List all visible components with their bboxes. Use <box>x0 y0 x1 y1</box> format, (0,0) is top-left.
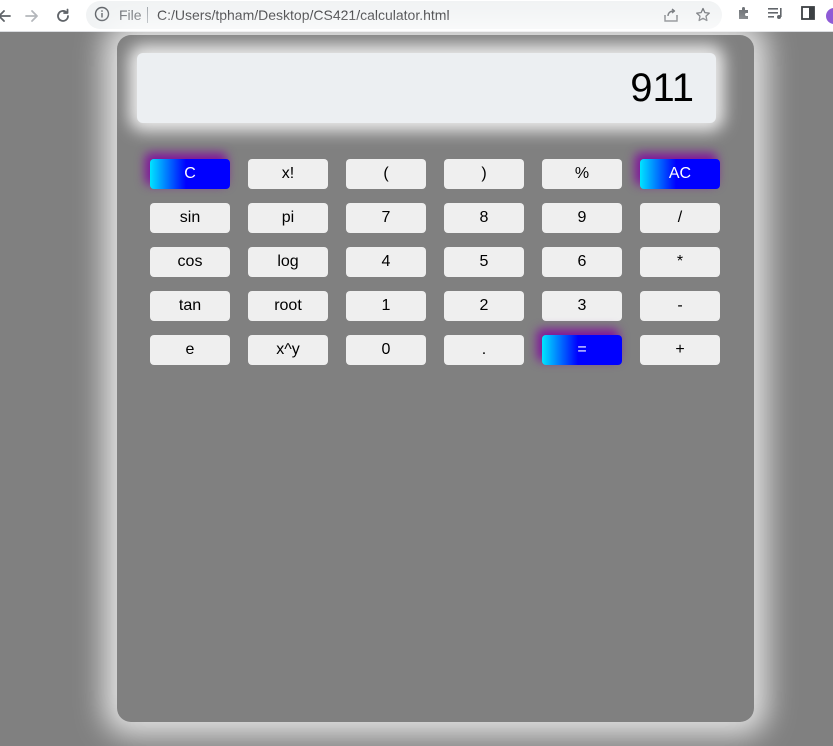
browser-toolbar: File C:/Users/tpham/Desktop/CS421/calcul… <box>0 0 833 32</box>
arrow-left-icon <box>0 8 12 24</box>
extensions-button[interactable] <box>733 4 755 26</box>
media-control-button[interactable] <box>765 4 787 26</box>
omnibox-divider <box>147 7 148 23</box>
media-queue-icon <box>767 5 785 26</box>
side-panel-button[interactable] <box>797 4 819 26</box>
euler-button[interactable]: e <box>150 335 230 365</box>
digit-3-button[interactable]: 3 <box>542 291 622 321</box>
clear-button[interactable]: C <box>150 159 230 189</box>
calculator-display: 911 <box>137 53 716 123</box>
log-button[interactable]: log <box>248 247 328 277</box>
sin-button[interactable]: sin <box>150 203 230 233</box>
digit-9-button[interactable]: 9 <box>542 203 622 233</box>
factorial-button[interactable]: x! <box>248 159 328 189</box>
reload-icon <box>55 8 71 24</box>
puzzle-icon <box>736 5 752 26</box>
address-bar[interactable]: File C:/Users/tpham/Desktop/CS421/calcul… <box>86 1 722 29</box>
divide-button[interactable]: / <box>640 203 720 233</box>
star-icon[interactable] <box>693 5 713 25</box>
calculator: 911 Cx! ()% AC sin pi 7 8 9 / cos log 4 5 6 * tan root 1 2… <box>117 35 754 722</box>
url-text[interactable]: C:/Users/tpham/Desktop/CS421/calculator.… <box>157 7 450 23</box>
digit-1-button[interactable]: 1 <box>346 291 426 321</box>
multiply-button[interactable]: * <box>640 247 720 277</box>
digit-8-button[interactable]: 8 <box>444 203 524 233</box>
info-icon[interactable] <box>94 6 110 22</box>
side-panel-icon <box>800 5 816 26</box>
reload-button[interactable] <box>51 4 75 28</box>
open-paren-button[interactable]: ( <box>346 159 426 189</box>
digit-5-button[interactable]: 5 <box>444 247 524 277</box>
add-button[interactable]: + <box>640 335 720 365</box>
subtract-button[interactable]: - <box>640 291 720 321</box>
digit-0-button[interactable]: 0 <box>346 335 426 365</box>
cos-button[interactable]: cos <box>150 247 230 277</box>
digit-4-button[interactable]: 4 <box>346 247 426 277</box>
back-button[interactable] <box>0 4 16 28</box>
page-content: 911 Cx! ()% AC sin pi 7 8 9 / cos log 4 5 6 * tan root 1 2… <box>0 32 833 746</box>
file-scheme-label: File <box>119 7 142 23</box>
forward-button[interactable] <box>20 4 44 28</box>
close-paren-button[interactable]: ) <box>444 159 524 189</box>
percent-button[interactable]: % <box>542 159 622 189</box>
arrow-right-icon <box>24 8 40 24</box>
root-button[interactable]: root <box>248 291 328 321</box>
pi-button[interactable]: pi <box>248 203 328 233</box>
digit-7-button[interactable]: 7 <box>346 203 426 233</box>
equals-button[interactable]: = <box>542 335 622 365</box>
digit-2-button[interactable]: 2 <box>444 291 524 321</box>
tan-button[interactable]: tan <box>150 291 230 321</box>
decimal-button[interactable]: . <box>444 335 524 365</box>
digit-6-button[interactable]: 6 <box>542 247 622 277</box>
calculator-keypad: Cx! ()% AC sin pi 7 8 9 / cos log 4 5 6 * tan root 1 2 3- e x… <box>150 159 720 365</box>
share-icon[interactable] <box>661 5 681 25</box>
all-clear-button[interactable]: AC <box>640 159 720 189</box>
avatar[interactable] <box>826 8 833 24</box>
power-button[interactable]: x^y <box>248 335 328 365</box>
